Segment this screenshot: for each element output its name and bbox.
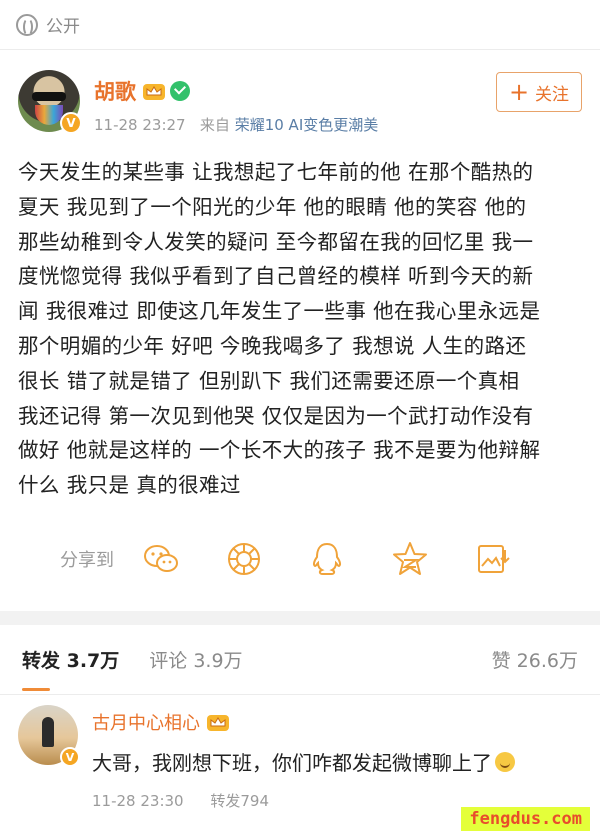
tab-repost[interactable]: 转发 3.7万 [22,646,119,691]
post-body: 今天发生的某些事 让我想起了七年前的他 在那个酷热的 夏天 我见到了一个阳光的少… [18,155,582,503]
section-divider [0,611,600,625]
post-line: 做好 他就是这样的 一个长不大的孩子 我不是要为他辩解 [18,438,541,463]
post-line: 那些幼稚到令人发笑的疑问 至今都留在我的回忆里 我一 [18,229,534,254]
verified-check-icon [170,81,190,101]
post-line: 度恍惚觉得 我似乎看到了自己曾经的模样 听到今天的新 [18,264,534,289]
repost-item: V 古月中心相心 大哥，我刚想下班，你们咋都发起微博聊上了 11-28 23:3… [18,705,582,811]
plus-icon: + [508,78,530,106]
tab-comment[interactable]: 评论 3.9万 [149,646,242,673]
crown-icon [207,715,229,731]
post-line: 什么 我只是 真的很难过 [18,473,241,498]
stats-tabs: 转发 3.7万 评论 3.9万 赞 26.6万 [0,625,600,695]
post-line: 那个明媚的少年 好吧 今晚我喝多了 我想说 人生的路还 [18,333,527,358]
share-label: 分享到 [60,549,114,571]
share-bar: 分享到 [18,539,582,579]
author-meta: 胡歌 11-28 23:27 来自 荣耀10 AI变色更潮美 [94,70,378,135]
follow-label: 关注 [535,84,570,105]
post-line: 很长 错了就是错了 但别趴下 我们还需要还原一个真相 [18,368,520,393]
author-name[interactable]: 胡歌 [94,76,136,106]
repost-meta: 古月中心相心 大哥，我刚想下班，你们咋都发起微博聊上了 11-28 23:30 … [92,705,515,811]
commenter-name[interactable]: 古月中心相心 [92,709,200,735]
commenter-avatar[interactable]: V [18,705,80,767]
source-prefix: 来自 [199,116,230,134]
post-time: 11-28 23:27 [94,116,186,134]
visibility-bar: 公开 [0,0,600,50]
moments-icon[interactable] [225,540,263,578]
author-avatar[interactable]: V [18,70,82,134]
globe-icon [16,13,38,36]
qq-icon[interactable] [308,540,346,578]
avatar-beard [35,105,63,125]
qzone-icon[interactable] [391,540,429,578]
save-image-icon[interactable] [474,540,512,578]
repost-time: 11-28 23:30 [92,792,184,810]
post-line: 夏天 我见到了一个阳光的少年 他的眼睛 他的笑容 他的 [18,194,527,219]
post-line: 今天发生的某些事 让我想起了七年前的他 在那个酷热的 [18,160,534,184]
repost-text: 大哥，我刚想下班，你们咋都发起微博聊上了 [92,751,492,775]
repost-footer: 11-28 23:30 转发794 [92,790,515,811]
avatar-glasses [32,92,66,101]
verified-v-icon: V [60,747,80,767]
site-watermark: fengdus.com [461,807,590,831]
wechat-icon[interactable] [142,540,180,578]
repost-text-row: 大哥，我刚想下班，你们咋都发起微博聊上了 [92,747,515,776]
avatar-figure [42,717,54,747]
crown-icon [143,84,165,100]
repost-count[interactable]: 转发794 [210,792,269,810]
commenter-name-row: 古月中心相心 [92,709,515,735]
post-source[interactable]: 荣耀10 AI变色更潮美 [235,116,379,134]
laughing-emoji-icon [495,751,515,772]
follow-button[interactable]: + 关注 [496,72,582,112]
post-line: 闻 我很难过 即使这几年发生了一些事 他在我心里永远是 [18,299,541,324]
weibo-post: V 胡歌 11-28 23:27 来自 荣耀10 AI变色更潮美 + 关注 今天… [0,50,600,579]
verified-v-icon: V [60,112,82,134]
tab-likes[interactable]: 赞 26.6万 [492,646,578,673]
visibility-label: 公开 [46,17,80,37]
author-name-row: 胡歌 [94,76,378,106]
post-subline: 11-28 23:27 来自 荣耀10 AI变色更潮美 [94,114,378,135]
post-line: 我还记得 第一次见到他哭 仅仅是因为一个武打动作没有 [18,403,534,428]
